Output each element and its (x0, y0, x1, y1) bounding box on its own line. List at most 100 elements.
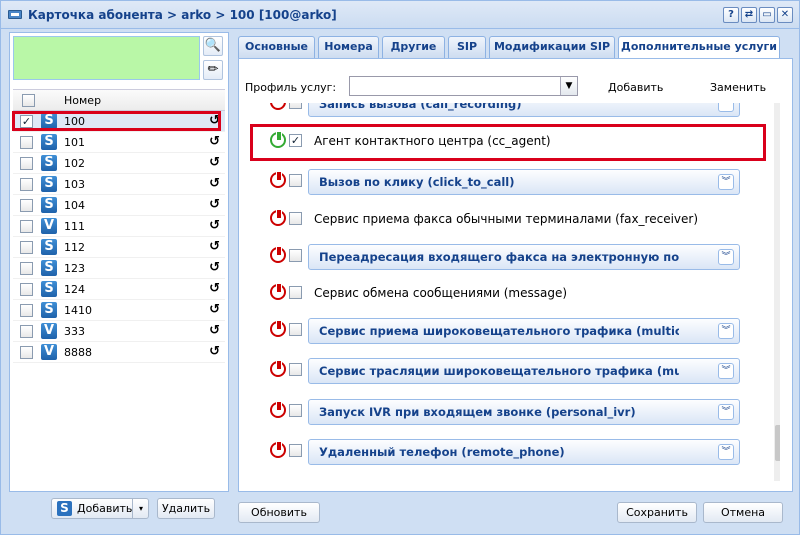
service-panel[interactable]: Запуск IVR при входящем звонке (personal… (308, 399, 740, 425)
tab-additional-services[interactable]: Дополнительные услуги (618, 36, 780, 59)
profile-add-button[interactable]: Добавить (608, 81, 663, 94)
subscriber-row[interactable]: S 101 ↺ (13, 132, 225, 153)
profile-select[interactable]: ▼ (349, 76, 578, 96)
tab-basic[interactable]: Основные (238, 36, 315, 58)
row-checkbox[interactable] (20, 241, 33, 254)
scrollbar-thumb[interactable] (775, 425, 780, 461)
search-area[interactable] (13, 36, 200, 80)
power-icon[interactable] (270, 320, 286, 337)
maximize-button[interactable]: ▭ (759, 7, 775, 23)
service-checkbox[interactable] (289, 444, 302, 457)
reset-icon[interactable]: ↺ (209, 323, 220, 338)
delete-button[interactable]: Удалить (157, 498, 215, 519)
service-panel[interactable]: Сервис трасляции широковещательного траф… (308, 358, 740, 384)
expand-icon[interactable]: ︾ (718, 249, 734, 265)
save-button[interactable]: Сохранить (617, 502, 697, 523)
row-checkbox[interactable] (20, 157, 33, 170)
reset-icon[interactable]: ↺ (209, 302, 220, 317)
service-title: Вызов по клику (click_to_call) (319, 175, 515, 189)
service-panel[interactable]: Вызов по клику (click_to_call) ︾ (308, 169, 740, 195)
reset-icon[interactable]: ↺ (209, 260, 220, 275)
chevron-down-icon[interactable]: ▼ (560, 77, 577, 95)
close-button[interactable]: ✕ (777, 7, 793, 23)
service-checkbox[interactable] (289, 249, 302, 262)
reset-icon[interactable]: ↺ (209, 218, 220, 233)
subscriber-row[interactable]: V 333 ↺ (13, 321, 225, 342)
tab-sip-modifications[interactable]: Модификации SIP (489, 36, 615, 58)
reset-icon[interactable]: ↺ (209, 155, 220, 170)
subscriber-row[interactable]: S 112 ↺ (13, 237, 225, 258)
restore-button[interactable]: ⇄ (741, 7, 757, 23)
tab-bar: Основные Номера Другие SIP Модификации S… (238, 36, 793, 59)
row-checkbox[interactable] (20, 178, 33, 191)
subscriber-row[interactable]: S 124 ↺ (13, 279, 225, 300)
power-icon[interactable] (270, 171, 286, 188)
service-checkbox[interactable] (289, 212, 302, 225)
tab-numbers[interactable]: Номера (318, 36, 379, 58)
reset-icon[interactable]: ↺ (209, 176, 220, 191)
service-panel[interactable]: Сервис приема широковещательного трафика… (308, 318, 740, 344)
row-checkbox[interactable] (20, 136, 33, 149)
subscriber-row[interactable]: V 8888 ↺ (13, 342, 225, 363)
service-checkbox[interactable] (289, 363, 302, 376)
power-icon[interactable] (270, 401, 286, 418)
window-title: Карточка абонента > arko > 100 [100@arko… (28, 8, 337, 22)
service-item: Вызов по клику (click_to_call) ︾ (245, 166, 780, 204)
select-all-checkbox[interactable] (22, 94, 35, 107)
refresh-button[interactable]: Обновить (238, 502, 320, 523)
sip-type-icon: S (41, 281, 57, 297)
service-title: Удаленный телефон (remote_phone) (319, 445, 565, 459)
service-checkbox[interactable] (289, 323, 302, 336)
subscriber-row[interactable]: S 1410 ↺ (13, 300, 225, 321)
service-panel[interactable]: Запись вызова (call_recording) ︾ (308, 103, 740, 117)
service-checkbox[interactable] (289, 103, 302, 109)
reset-icon[interactable]: ↺ (209, 281, 220, 296)
reset-icon[interactable]: ↺ (209, 134, 220, 149)
service-checkbox[interactable] (289, 286, 302, 299)
service-panel[interactable]: Удаленный телефон (remote_phone) ︾ (308, 439, 740, 465)
help-button[interactable]: ? (723, 7, 739, 23)
power-icon[interactable] (270, 209, 286, 226)
add-dropdown-arrow-icon[interactable]: ▾ (132, 499, 149, 518)
add-subscriber-button[interactable]: S Добавить ▾ (51, 498, 149, 519)
search-icon[interactable]: 🔍 (203, 36, 223, 56)
reset-icon[interactable]: ↺ (209, 239, 220, 254)
sip-type-icon: S (41, 302, 57, 318)
reset-icon[interactable]: ↺ (209, 197, 220, 212)
expand-icon[interactable]: ︾ (718, 103, 734, 112)
service-checkbox[interactable] (289, 174, 302, 187)
scrollbar[interactable] (774, 103, 780, 481)
tab-other[interactable]: Другие (382, 36, 445, 58)
edit-icon[interactable]: ✏ (203, 60, 223, 80)
row-checkbox[interactable] (20, 346, 33, 359)
row-checkbox[interactable] (20, 283, 33, 296)
expand-icon[interactable]: ︾ (718, 444, 734, 460)
expand-icon[interactable]: ︾ (718, 363, 734, 379)
subscriber-row[interactable]: S 103 ↺ (13, 174, 225, 195)
power-icon[interactable] (270, 360, 286, 377)
service-panel[interactable]: Переадресация входящего факса на электро… (308, 244, 740, 270)
row-checkbox[interactable] (20, 325, 33, 338)
power-icon[interactable] (270, 103, 286, 110)
subscriber-row[interactable]: V 111 ↺ (13, 216, 225, 237)
cancel-button[interactable]: Отмена (703, 502, 783, 523)
subscriber-row[interactable]: S 123 ↺ (13, 258, 225, 279)
profile-replace-button[interactable]: Заменить (710, 81, 766, 94)
subscriber-row[interactable]: S 104 ↺ (13, 195, 225, 216)
expand-icon[interactable]: ︾ (718, 174, 734, 190)
reset-icon[interactable]: ↺ (209, 344, 220, 359)
expand-icon[interactable]: ︾ (718, 323, 734, 339)
subscriber-row[interactable]: S 102 ↺ (13, 153, 225, 174)
tab-sip[interactable]: SIP (448, 36, 486, 58)
service-checkbox[interactable] (289, 404, 302, 417)
power-icon[interactable] (270, 283, 286, 300)
row-checkbox[interactable] (20, 199, 33, 212)
row-checkbox[interactable] (20, 304, 33, 317)
row-checkbox[interactable] (20, 262, 33, 275)
power-icon[interactable] (270, 246, 286, 263)
power-icon[interactable] (270, 441, 286, 458)
window-icon (8, 10, 22, 19)
number-column-header: Номер (64, 94, 102, 107)
row-checkbox[interactable] (20, 220, 33, 233)
expand-icon[interactable]: ︾ (718, 404, 734, 420)
